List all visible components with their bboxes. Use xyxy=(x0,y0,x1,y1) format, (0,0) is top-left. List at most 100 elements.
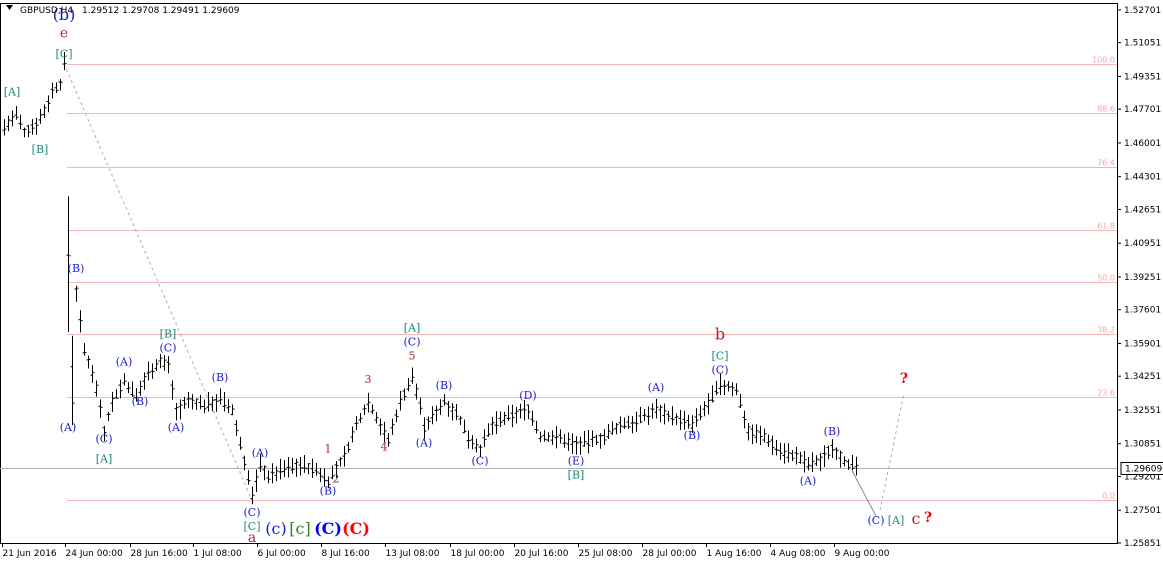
wave-label: [A] xyxy=(96,453,113,466)
ohlc-bar xyxy=(2,119,7,136)
wave-label: [B] xyxy=(32,143,49,156)
ohlc-bar xyxy=(706,393,711,415)
ohlc-bar xyxy=(666,410,671,422)
ohlc-bar xyxy=(598,433,603,449)
ohlc-bar xyxy=(554,426,559,449)
symbol-label: GBPUSD,H4 xyxy=(20,6,73,16)
ohlc-bar xyxy=(510,404,515,428)
wave-label: ? xyxy=(900,371,908,387)
wave-label: (E) xyxy=(568,455,585,468)
ohlc-bar xyxy=(106,411,111,422)
time-tick-label: 20 Jul 16:00 xyxy=(515,549,569,559)
wave-label: c xyxy=(912,509,921,528)
ohlc-bar xyxy=(438,399,443,415)
ohlc-bar xyxy=(506,405,511,421)
time-tick-label: 24 Jun 00:00 xyxy=(66,549,123,559)
wave-label: (A) xyxy=(800,474,817,487)
ohlc-bar xyxy=(630,416,635,434)
wave-label: (C) xyxy=(96,433,113,446)
ohlc-bar xyxy=(498,411,503,428)
fib-level-label: 50.0 xyxy=(1097,274,1115,283)
ohlc-bar xyxy=(150,363,155,379)
projection-line-down xyxy=(851,470,877,517)
ohlc-bar xyxy=(126,382,131,394)
ohlc-bar xyxy=(214,394,219,412)
ohlc-bar xyxy=(642,408,647,422)
ohlc-bar xyxy=(170,380,175,400)
ohlc-bar xyxy=(738,394,743,409)
ohlc-bar xyxy=(30,119,35,135)
ohlc-bar xyxy=(26,124,31,138)
ohlc-bar xyxy=(230,404,235,416)
ohlc-bar xyxy=(698,405,703,421)
ohlc-bar xyxy=(426,416,431,430)
time-tick-label: 28 Jul 00:00 xyxy=(643,549,697,559)
ohlc-bar xyxy=(222,391,227,412)
price-tick-label: 1.40951 xyxy=(1124,239,1161,249)
ohlc-bar xyxy=(266,470,271,484)
ohlc-bar xyxy=(194,398,199,410)
ohlc-bar xyxy=(58,79,63,91)
ohlc-bar xyxy=(594,434,599,446)
ohlc-bar xyxy=(86,355,91,369)
ohlc-bar xyxy=(238,436,243,450)
wave-label: (A) xyxy=(648,381,665,394)
ohlc-bar xyxy=(562,434,567,448)
ohlc-bar xyxy=(110,391,115,412)
wave-label: (C) xyxy=(404,335,421,348)
ohlc-bar xyxy=(190,394,195,410)
ohlc-bar xyxy=(606,424,611,440)
wave-label: (B) xyxy=(320,484,337,497)
time-tick-label: 21 Jun 2016 xyxy=(3,549,57,559)
ohlc-bar xyxy=(786,443,791,463)
ohlc-bar xyxy=(290,457,295,474)
wave-label: (A) xyxy=(168,421,185,434)
ohlc-bar xyxy=(514,407,519,424)
ohlc-bar xyxy=(434,405,439,422)
ohlc-bar xyxy=(402,388,407,401)
price-tick-label: 1.49351 xyxy=(1124,72,1161,82)
ohlc-bar xyxy=(78,310,83,333)
price-tick-label: 1.37601 xyxy=(1124,306,1161,316)
ohlc-bar xyxy=(342,445,347,467)
ohlc-bar xyxy=(638,406,643,424)
ohlc-bar xyxy=(766,434,771,448)
time-tick-label: 6 Jul 00:00 xyxy=(258,549,307,559)
fib-level-label: 0.0 xyxy=(1102,492,1115,501)
ohlc-bar xyxy=(382,421,387,443)
ohlc-bar xyxy=(618,416,623,433)
ohlc-bar xyxy=(734,383,739,396)
ohlc-bar xyxy=(534,420,539,434)
time-tick-label: 8 Jul 16:00 xyxy=(322,549,371,559)
trend-line-down xyxy=(63,63,253,501)
ohlc-bar xyxy=(174,403,179,421)
wave-label: [B] xyxy=(160,328,177,341)
chevron-down-icon[interactable] xyxy=(6,5,13,10)
ohlc-bar xyxy=(466,430,471,449)
trend-lines xyxy=(63,63,905,517)
ohlc-bar xyxy=(702,401,707,417)
ohlc-bar xyxy=(470,434,475,450)
fib-level-label: 23.6 xyxy=(1097,389,1115,398)
ohlc-bar xyxy=(674,413,679,425)
ohlc-bar xyxy=(810,452,815,473)
ohlc-bar xyxy=(34,117,39,135)
ohlc-bar xyxy=(410,367,415,384)
ohlc-bar xyxy=(142,372,147,390)
ohlc-bar xyxy=(582,430,587,447)
ohlc-bar xyxy=(626,415,631,430)
ohlc-bar xyxy=(718,373,723,396)
price-tick-label: 1.42651 xyxy=(1124,205,1161,215)
ohlc-bar xyxy=(294,458,299,477)
ohlc-bar xyxy=(226,399,231,413)
ohlc-bar xyxy=(578,436,583,455)
ohlc-bar xyxy=(790,450,795,462)
price-tick-label: 1.47701 xyxy=(1124,105,1161,115)
ohlc-bar xyxy=(694,408,699,427)
ohlc-bar xyxy=(550,430,555,445)
time-tick-label: 1 Jul 08:00 xyxy=(194,549,243,559)
ohlc-bar xyxy=(770,435,775,455)
ohlc-bar xyxy=(838,450,843,468)
ohlc-bar xyxy=(670,406,675,426)
plot-frame xyxy=(0,3,1118,544)
